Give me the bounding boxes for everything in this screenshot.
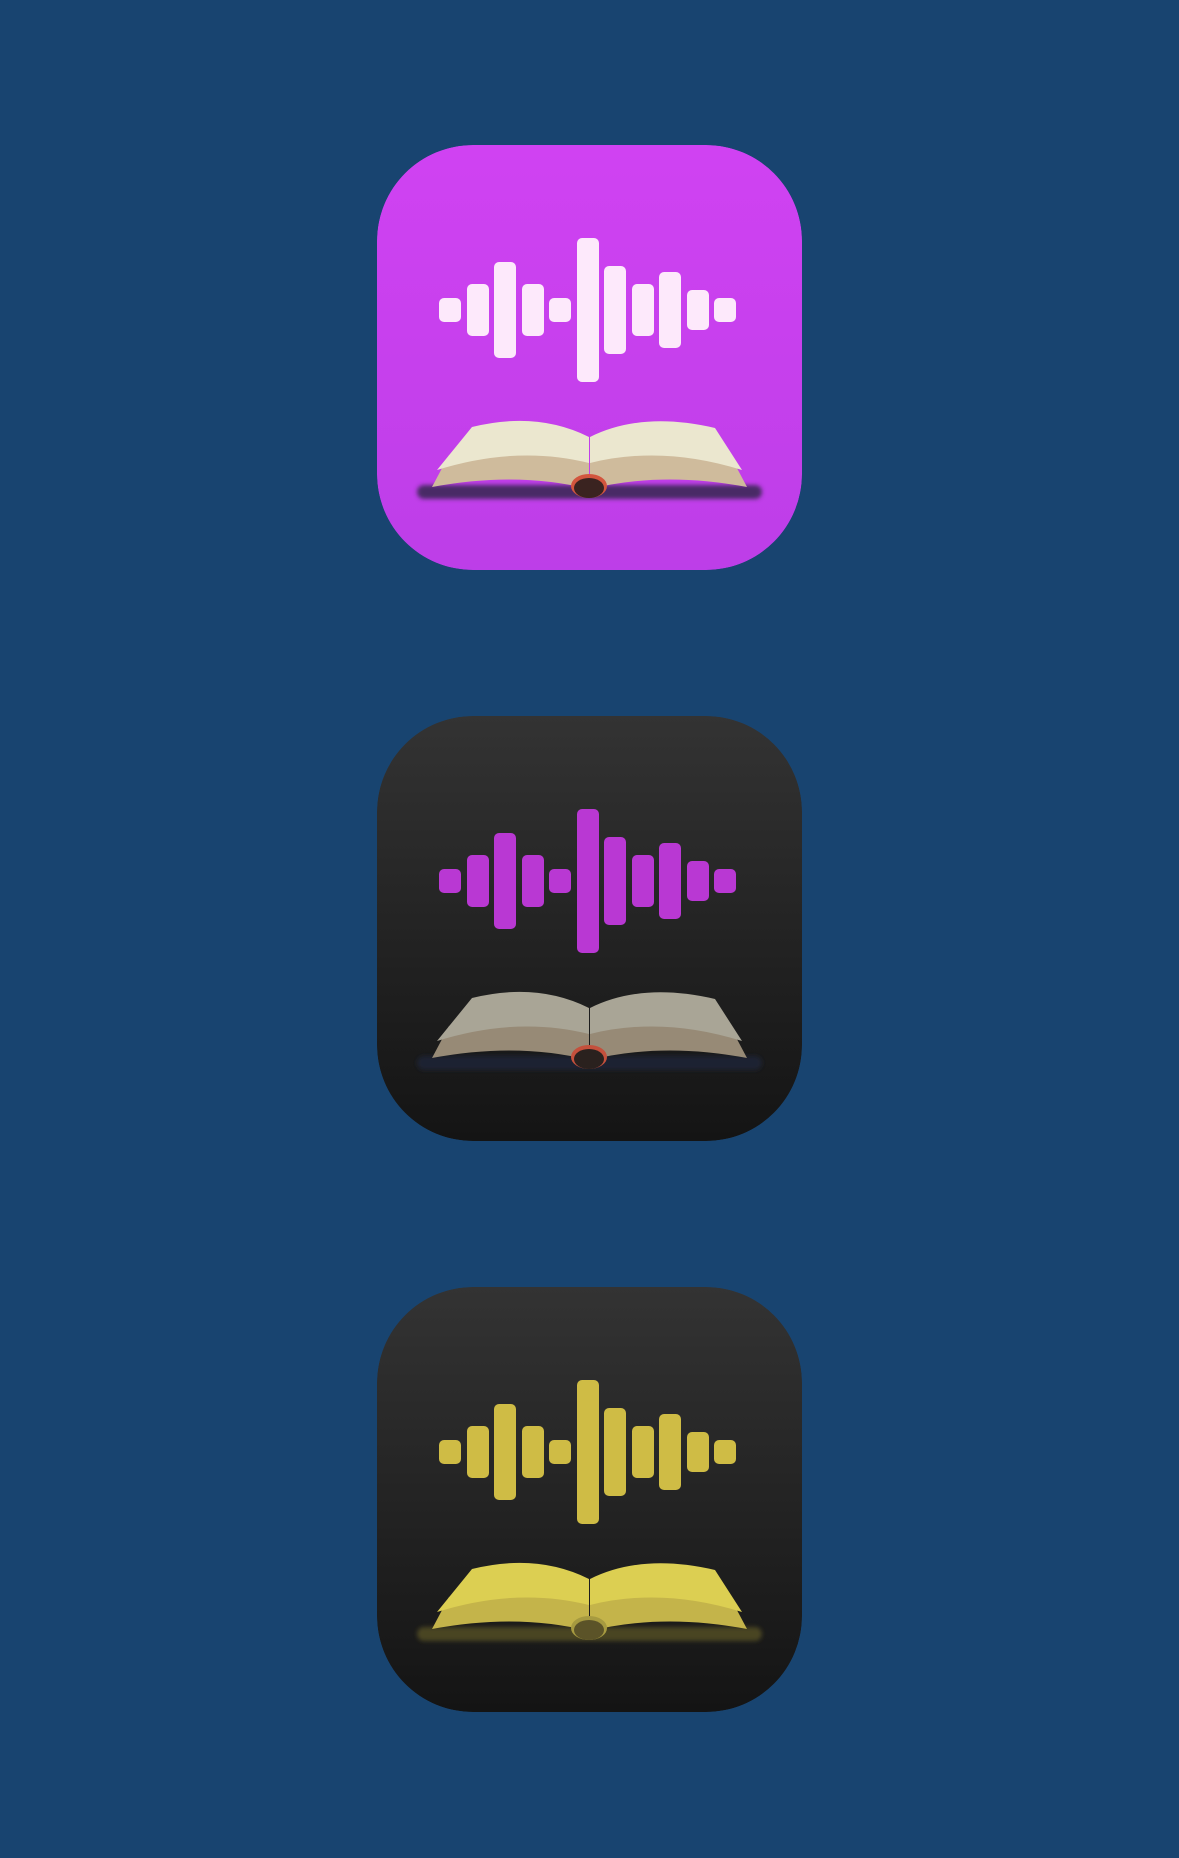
waveform-bar bbox=[632, 855, 654, 907]
book-spine bbox=[574, 1620, 604, 1640]
book-spine bbox=[574, 478, 604, 498]
waveform-bar bbox=[467, 284, 489, 336]
waveform-bar bbox=[714, 869, 736, 893]
waveform-bar bbox=[577, 1380, 599, 1524]
waveform-bar bbox=[549, 869, 571, 893]
waveform-bar bbox=[632, 1426, 654, 1478]
icon-showcase bbox=[0, 0, 1179, 1858]
app-icon-light bbox=[377, 145, 802, 570]
app-icon-dark bbox=[377, 716, 802, 1141]
waveform-bar bbox=[549, 298, 571, 322]
waveform-bar bbox=[549, 1440, 571, 1464]
waveform-book-icon bbox=[377, 145, 802, 570]
waveform-bar bbox=[494, 1404, 516, 1500]
waveform-bar bbox=[604, 837, 626, 925]
waveform-bar bbox=[632, 284, 654, 336]
waveform-bar bbox=[522, 284, 544, 336]
waveform-bar bbox=[604, 1408, 626, 1496]
waveform-bar bbox=[604, 266, 626, 354]
waveform-bar bbox=[714, 1440, 736, 1464]
waveform-bar bbox=[467, 855, 489, 907]
waveform-bar bbox=[577, 809, 599, 953]
waveform-bar bbox=[687, 861, 709, 901]
waveform-bar bbox=[659, 843, 681, 919]
waveform-bar bbox=[494, 262, 516, 358]
waveform-book-icon bbox=[377, 716, 802, 1141]
waveform-bar bbox=[522, 855, 544, 907]
waveform-bar bbox=[687, 1432, 709, 1472]
waveform-bar bbox=[687, 290, 709, 330]
app-icon-tinted bbox=[377, 1287, 802, 1712]
book-spine bbox=[574, 1049, 604, 1069]
waveform-bar bbox=[659, 1414, 681, 1490]
waveform-bar bbox=[522, 1426, 544, 1478]
waveform-bar bbox=[714, 298, 736, 322]
waveform-bar bbox=[439, 869, 461, 893]
waveform-book-icon bbox=[377, 1287, 802, 1712]
waveform-bar bbox=[439, 1440, 461, 1464]
waveform-bar bbox=[494, 833, 516, 929]
waveform-bar bbox=[467, 1426, 489, 1478]
waveform-bar bbox=[439, 298, 461, 322]
waveform-bar bbox=[659, 272, 681, 348]
waveform-bar bbox=[577, 238, 599, 382]
